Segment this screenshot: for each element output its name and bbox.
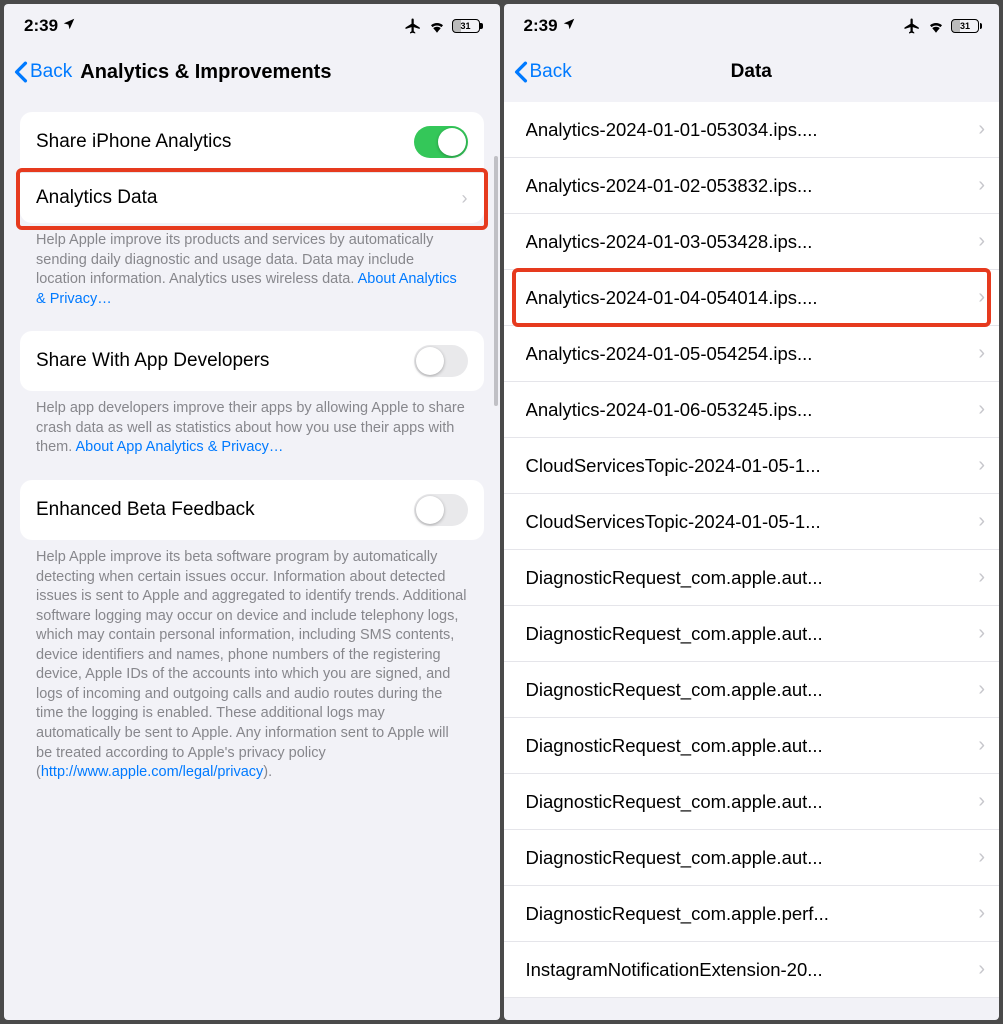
nav-bar: Back Data <box>504 48 1000 96</box>
status-bar: 2:39 31 <box>4 4 500 48</box>
data-file-name: Analytics-2024-01-05-054254.ips... <box>526 343 971 365</box>
beta-footer: Help Apple improve its beta software pro… <box>20 540 484 783</box>
battery-level: 31 <box>460 21 470 31</box>
battery-icon: 31 <box>452 19 480 33</box>
wifi-icon <box>428 19 446 33</box>
beta-group: Enhanced Beta Feedback <box>20 480 484 540</box>
data-file-row[interactable]: Analytics-2024-01-06-053245.ips... › <box>504 382 1000 438</box>
phone-left: 2:39 31 Back Analytics & Improvements <box>4 4 500 1020</box>
chevron-right-icon: › <box>978 958 985 981</box>
data-file-row[interactable]: CloudServicesTopic-2024-01-05-1... › <box>504 494 1000 550</box>
airplane-icon <box>404 17 422 35</box>
chevron-right-icon: › <box>978 510 985 533</box>
chevron-right-icon: › <box>978 342 985 365</box>
location-icon <box>62 16 76 36</box>
share-iphone-analytics-row[interactable]: Share iPhone Analytics <box>20 112 484 172</box>
data-file-row[interactable]: Analytics-2024-01-01-053034.ips.... › <box>504 102 1000 158</box>
data-file-row[interactable]: Analytics-2024-01-04-054014.ips.... › <box>504 270 1000 326</box>
share-iphone-label: Share iPhone Analytics <box>36 131 414 153</box>
back-label: Back <box>30 61 72 83</box>
share-dev-label: Share With App Developers <box>36 350 414 372</box>
chevron-right-icon: › <box>978 846 985 869</box>
status-time: 2:39 <box>524 16 558 36</box>
data-file-name: DiagnosticRequest_com.apple.aut... <box>526 847 971 869</box>
data-file-row[interactable]: CloudServicesTopic-2024-01-05-1... › <box>504 438 1000 494</box>
nav-bar: Back Analytics & Improvements <box>4 48 500 96</box>
analytics-footer: Help Apple improve its products and serv… <box>20 223 484 309</box>
data-list: Analytics-2024-01-01-053034.ips....›Anal… <box>504 102 1000 998</box>
chevron-right-icon: › <box>978 230 985 253</box>
data-file-name: DiagnosticRequest_com.apple.aut... <box>526 791 971 813</box>
data-file-name: DiagnosticRequest_com.apple.aut... <box>526 679 971 701</box>
data-file-name: DiagnosticRequest_com.apple.aut... <box>526 735 971 757</box>
airplane-icon <box>903 17 921 35</box>
chevron-right-icon: › <box>978 118 985 141</box>
chevron-right-icon: › <box>978 286 985 309</box>
share-developers-row[interactable]: Share With App Developers <box>20 331 484 391</box>
battery-level: 31 <box>960 21 970 31</box>
data-file-row[interactable]: DiagnosticRequest_com.apple.aut... › <box>504 718 1000 774</box>
chevron-right-icon: › <box>978 790 985 813</box>
chevron-right-icon: › <box>978 734 985 757</box>
analytics-data-label: Analytics Data <box>36 187 462 209</box>
page-title: Data <box>504 61 1000 83</box>
data-file-name: Analytics-2024-01-03-053428.ips... <box>526 231 971 253</box>
data-file-name: Analytics-2024-01-04-054014.ips.... <box>526 287 971 309</box>
data-file-name: CloudServicesTopic-2024-01-05-1... <box>526 455 971 477</box>
scroll-indicator[interactable] <box>494 156 498 406</box>
footer-text-end: ). <box>263 764 272 780</box>
data-file-name: Analytics-2024-01-01-053034.ips.... <box>526 119 971 141</box>
developers-group: Share With App Developers <box>20 331 484 391</box>
footer-text: Help Apple improve its beta software pro… <box>36 549 466 780</box>
beta-label: Enhanced Beta Feedback <box>36 499 414 521</box>
chevron-right-icon: › <box>978 174 985 197</box>
data-file-row[interactable]: DiagnosticRequest_com.apple.aut... › <box>504 550 1000 606</box>
data-file-name: InstagramNotificationExtension-20... <box>526 959 971 981</box>
data-file-row[interactable]: Analytics-2024-01-05-054254.ips... › <box>504 326 1000 382</box>
battery-icon: 31 <box>951 19 979 33</box>
share-iphone-toggle[interactable] <box>414 126 468 158</box>
data-file-name: DiagnosticRequest_com.apple.aut... <box>526 623 971 645</box>
location-icon <box>562 16 576 36</box>
chevron-right-icon: › <box>978 678 985 701</box>
share-dev-toggle[interactable] <box>414 345 468 377</box>
data-file-row[interactable]: InstagramNotificationExtension-20... › <box>504 942 1000 998</box>
chevron-right-icon: › <box>978 398 985 421</box>
back-label: Back <box>530 61 572 83</box>
data-file-row[interactable]: Analytics-2024-01-02-053832.ips... › <box>504 158 1000 214</box>
status-bar: 2:39 31 <box>504 4 1000 48</box>
chevron-right-icon: › <box>978 454 985 477</box>
back-button[interactable]: Back <box>514 61 572 83</box>
page-title: Analytics & Improvements <box>80 61 331 84</box>
privacy-link[interactable]: http://www.apple.com/legal/privacy <box>41 764 263 780</box>
developers-footer: Help app developers improve their apps b… <box>20 391 484 458</box>
chevron-right-icon: › <box>978 902 985 925</box>
wifi-icon <box>927 19 945 33</box>
settings-content: Share iPhone Analytics Analytics Data › … <box>4 96 500 1020</box>
phone-right: 2:39 31 Back Data Analytics-2024-01-01-0… <box>504 4 1000 1020</box>
beta-toggle[interactable] <box>414 494 468 526</box>
data-file-row[interactable]: DiagnosticRequest_com.apple.aut... › <box>504 606 1000 662</box>
data-file-row[interactable]: DiagnosticRequest_com.apple.aut... › <box>504 830 1000 886</box>
data-file-row[interactable]: DiagnosticRequest_com.apple.aut... › <box>504 662 1000 718</box>
analytics-group: Share iPhone Analytics Analytics Data › <box>20 112 484 223</box>
data-file-name: Analytics-2024-01-02-053832.ips... <box>526 175 971 197</box>
data-file-row[interactable]: DiagnosticRequest_com.apple.aut... › <box>504 774 1000 830</box>
data-content: Analytics-2024-01-01-053034.ips....›Anal… <box>504 96 1000 1020</box>
analytics-data-row[interactable]: Analytics Data › <box>20 172 484 223</box>
beta-feedback-row[interactable]: Enhanced Beta Feedback <box>20 480 484 540</box>
back-button[interactable]: Back <box>14 61 72 83</box>
data-file-name: DiagnosticRequest_com.apple.aut... <box>526 567 971 589</box>
data-file-name: Analytics-2024-01-06-053245.ips... <box>526 399 971 421</box>
data-file-row[interactable]: Analytics-2024-01-03-053428.ips... › <box>504 214 1000 270</box>
data-file-row[interactable]: DiagnosticRequest_com.apple.perf... › <box>504 886 1000 942</box>
about-app-analytics-link[interactable]: About App Analytics & Privacy… <box>76 439 284 455</box>
chevron-right-icon: › <box>978 622 985 645</box>
data-file-name: DiagnosticRequest_com.apple.perf... <box>526 903 971 925</box>
status-time: 2:39 <box>24 16 58 36</box>
chevron-right-icon: › <box>978 566 985 589</box>
data-file-name: CloudServicesTopic-2024-01-05-1... <box>526 511 971 533</box>
chevron-right-icon: › <box>462 188 468 209</box>
